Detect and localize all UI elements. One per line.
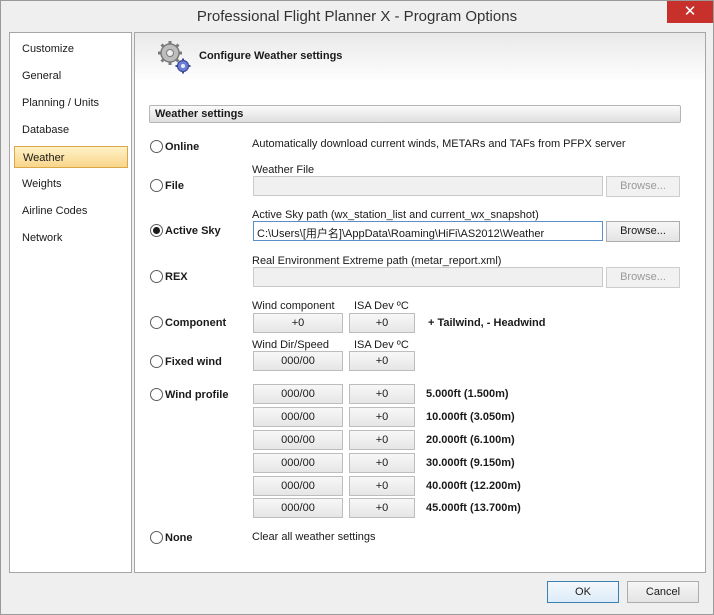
sidebar-item-airline-codes[interactable]: Airline Codes	[14, 200, 128, 222]
profile-wind-field[interactable]: 000/00	[253, 476, 343, 496]
options-sidebar: Customize General Planning / Units Datab…	[9, 32, 132, 573]
window-title: Professional Flight Planner X - Program …	[196, 8, 518, 25]
title-bar: Professional Flight Planner X - Program …	[1, 1, 713, 32]
component-radio[interactable]	[150, 316, 163, 329]
profile-altitude-label: 45.000ft (13.700m)	[426, 502, 521, 514]
panel-header: Configure Weather settings	[135, 33, 705, 79]
none-description: Clear all weather settings	[252, 531, 376, 543]
rex-radio[interactable]	[150, 270, 163, 283]
active-sky-label[interactable]: Active Sky	[165, 225, 221, 237]
isa-dev-header: ISA Dev ºC	[354, 300, 409, 312]
program-options-window: Professional Flight Planner X - Program …	[0, 0, 714, 615]
profile-altitude-label: 5.000ft (1.500m)	[426, 388, 509, 400]
online-description: Automatically download current winds, ME…	[252, 138, 626, 150]
profile-wind-field[interactable]: 000/00	[253, 498, 343, 518]
file-radio[interactable]	[150, 179, 163, 192]
sidebar-item-general[interactable]: General	[14, 65, 128, 87]
sidebar-item-customize[interactable]: Customize	[14, 38, 128, 60]
profile-altitude-label: 10.000ft (3.050m)	[426, 411, 515, 423]
rex-path-label: Real Environment Extreme path (metar_rep…	[252, 255, 502, 267]
section-header: Weather settings	[149, 105, 681, 123]
component-label[interactable]: Component	[165, 317, 226, 329]
panel-title: Configure Weather settings	[199, 50, 343, 62]
profile-wind-field[interactable]: 000/00	[253, 384, 343, 404]
wind-component-header: Wind component	[252, 300, 335, 312]
sidebar-item-network[interactable]: Network	[14, 227, 128, 249]
profile-isa-field[interactable]: +0	[349, 384, 415, 404]
wind-profile-label[interactable]: Wind profile	[165, 389, 228, 401]
wind-dir-speed-header: Wind Dir/Speed	[252, 339, 330, 351]
profile-altitude-label: 40.000ft (12.200m)	[426, 480, 521, 492]
rex-label[interactable]: REX	[165, 271, 188, 283]
wind-component-field[interactable]: +0	[253, 313, 343, 333]
ok-button[interactable]: OK	[547, 581, 619, 603]
weather-file-label: Weather File	[252, 164, 315, 176]
profile-isa-field[interactable]: +0	[349, 453, 415, 473]
profile-altitude-label: 30.000ft (9.150m)	[426, 457, 515, 469]
sidebar-item-weights[interactable]: Weights	[14, 173, 128, 195]
active-sky-path-value: C:\Users\[用户名]\AppData\Roaming\HiFi\AS20…	[257, 228, 545, 240]
weather-file-input[interactable]	[253, 176, 603, 196]
component-isa-field[interactable]: +0	[349, 313, 415, 333]
none-label[interactable]: None	[165, 532, 193, 544]
profile-wind-field[interactable]: 000/00	[253, 430, 343, 450]
sidebar-item-database[interactable]: Database	[14, 119, 128, 141]
sidebar-item-planning-units[interactable]: Planning / Units	[14, 92, 128, 114]
component-note: + Tailwind, - Headwind	[428, 317, 546, 329]
wind-profile-radio[interactable]	[150, 388, 163, 401]
profile-wind-field[interactable]: 000/00	[253, 453, 343, 473]
fixed-wind-radio[interactable]	[150, 355, 163, 368]
rex-browse-button[interactable]: Browse...	[606, 267, 680, 288]
fixed-isa-dev-header: ISA Dev ºC	[354, 339, 409, 351]
profile-altitude-label: 20.000ft (6.100m)	[426, 434, 515, 446]
weather-file-browse-button[interactable]: Browse...	[606, 176, 680, 197]
rex-path-input[interactable]	[253, 267, 603, 287]
profile-wind-field[interactable]: 000/00	[253, 407, 343, 427]
file-label[interactable]: File	[165, 180, 184, 192]
profile-isa-field[interactable]: +0	[349, 430, 415, 450]
online-label[interactable]: Online	[165, 141, 199, 153]
fixed-wind-label[interactable]: Fixed wind	[165, 356, 222, 368]
active-sky-path-input[interactable]: C:\Users\[用户名]\AppData\Roaming\HiFi\AS20…	[253, 221, 603, 241]
profile-isa-field[interactable]: +0	[349, 407, 415, 427]
settings-panel: Configure Weather settings Weather setti…	[134, 32, 706, 573]
sidebar-item-weather[interactable]: Weather	[14, 146, 128, 168]
active-sky-browse-button[interactable]: Browse...	[606, 221, 680, 242]
fixed-wind-field[interactable]: 000/00	[253, 351, 343, 371]
profile-isa-field[interactable]: +0	[349, 476, 415, 496]
fixed-isa-field[interactable]: +0	[349, 351, 415, 371]
cancel-button[interactable]: Cancel	[627, 581, 699, 603]
gears-icon	[158, 41, 191, 74]
close-button[interactable]: ✕	[667, 1, 713, 23]
active-sky-radio[interactable]	[150, 224, 163, 237]
profile-isa-field[interactable]: +0	[349, 498, 415, 518]
active-sky-path-label: Active Sky path (wx_station_list and cur…	[252, 209, 539, 221]
none-radio[interactable]	[150, 531, 163, 544]
online-radio[interactable]	[150, 140, 163, 153]
